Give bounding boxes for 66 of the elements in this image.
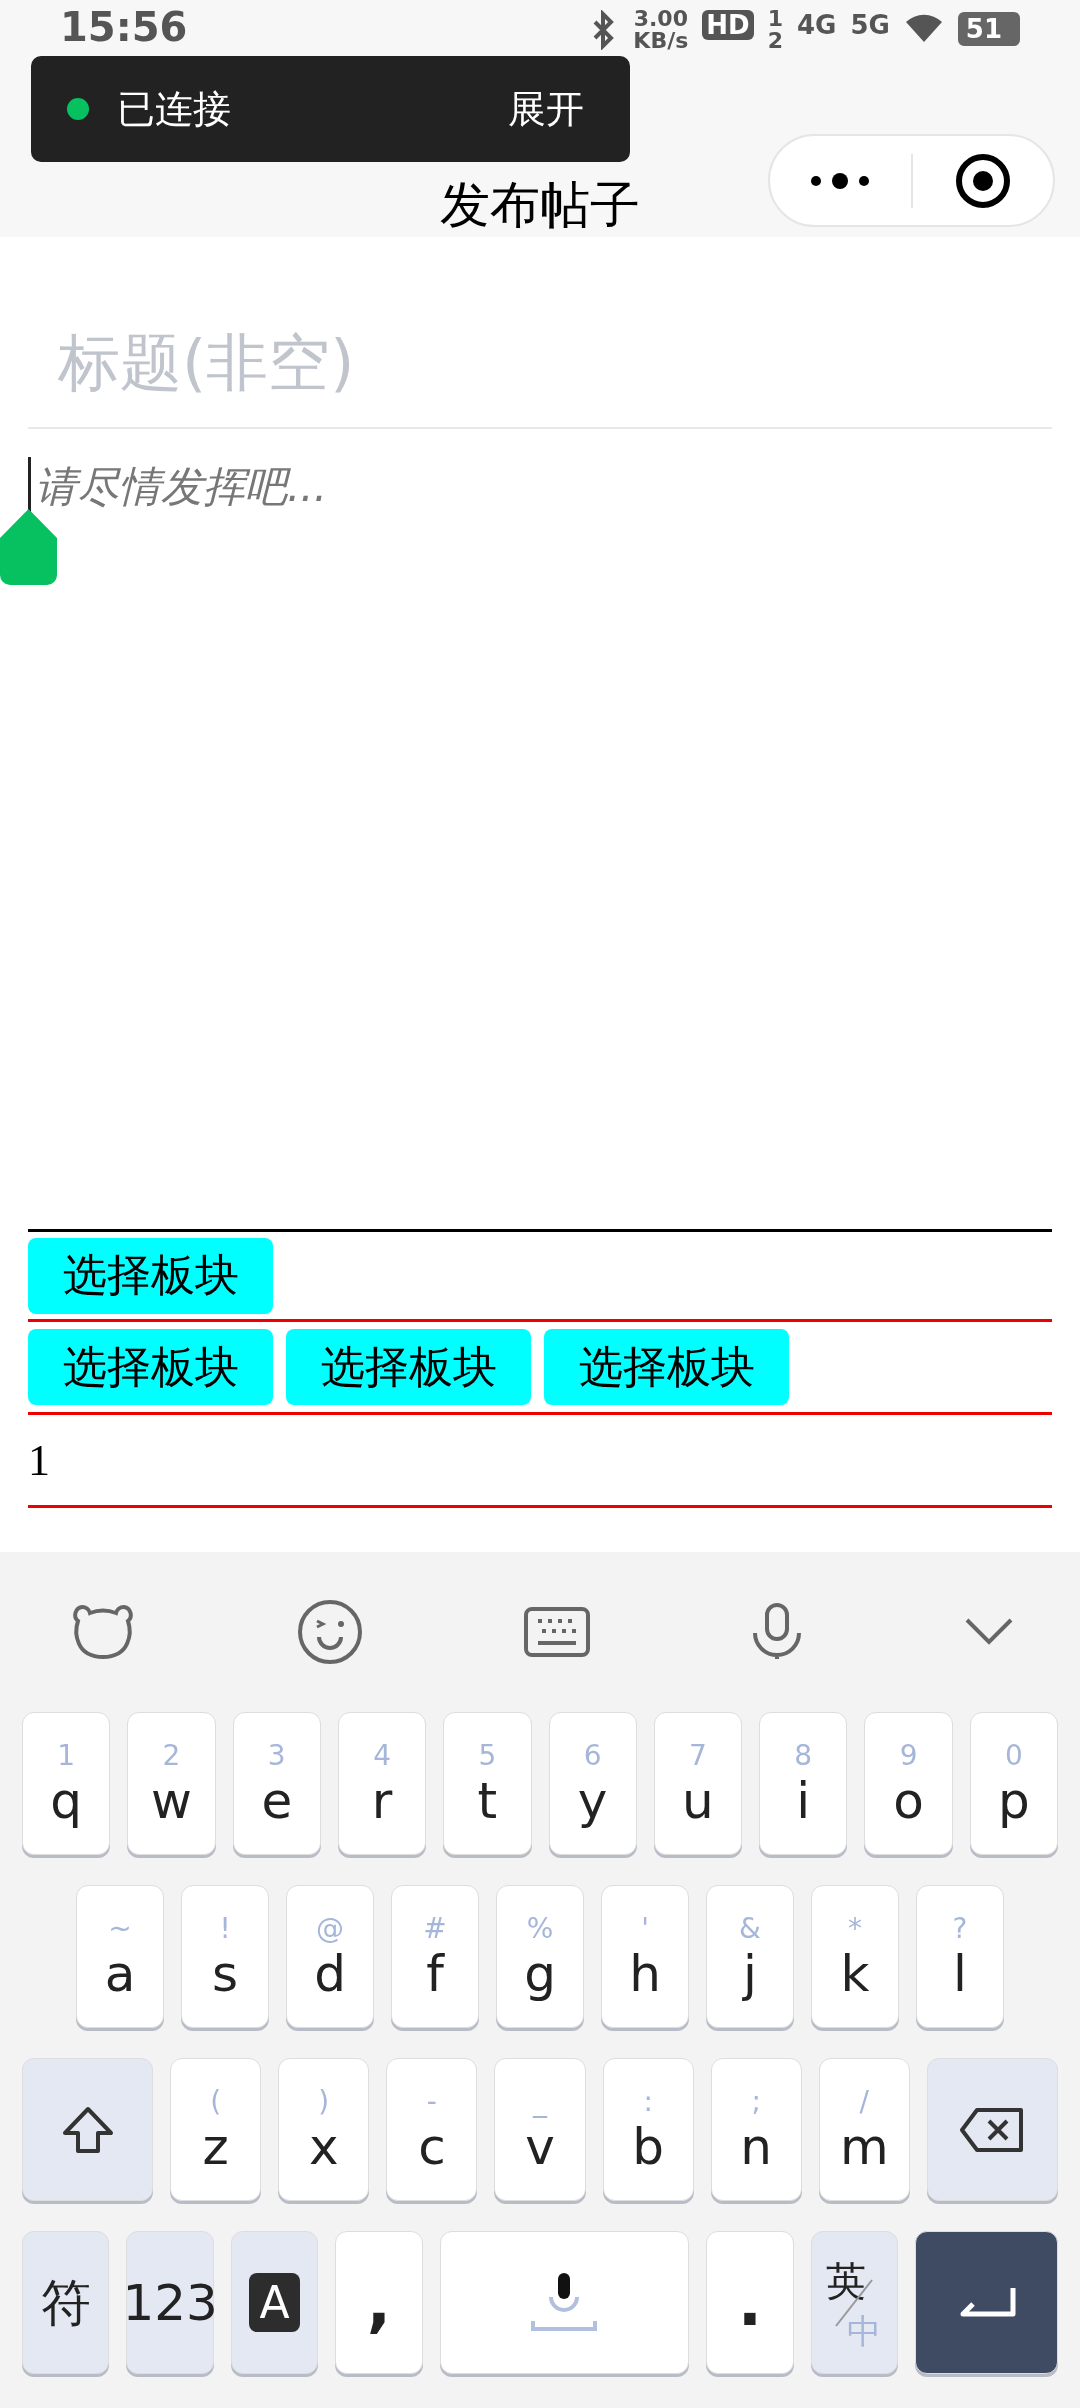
microphone-icon [531,2272,598,2333]
key[interactable]: . [706,2231,794,2374]
key[interactable]: ! s [181,1885,269,2028]
select-board-button[interactable]: 选择板块 [286,1329,531,1405]
key[interactable]: ; n [710,2058,802,2201]
keyboard-icon [523,1607,590,1657]
bear-icon [70,1603,136,1661]
key[interactable]: / m [818,2058,910,2201]
key[interactable]: : b [602,2058,694,2201]
backspace-key[interactable] [926,2058,1058,2201]
key[interactable]: % g [496,1885,584,2028]
key[interactable]: , [335,2231,423,2374]
key[interactable]: 2 w [127,1712,216,1855]
select-board-button[interactable]: 选择板块 [544,1329,789,1405]
key[interactable]: A [230,2231,319,2374]
key[interactable]: 4 r [337,1712,427,1855]
key[interactable]: 1 q [22,1712,111,1855]
language-key[interactable]: 英 中 [810,2231,899,2374]
count-text: 1 [28,1434,50,1486]
key[interactable]: 3 e [232,1712,321,1855]
selection-handle[interactable] [0,509,57,585]
key[interactable]: 0 p [969,1712,1058,1855]
key[interactable]: ) x [278,2058,370,2201]
more-icon [810,170,871,191]
network-label: 4G [796,10,837,40]
emoji-button[interactable] [296,1599,363,1665]
network-label: 5G [850,10,890,40]
chevron-down-icon [965,1618,1013,1646]
key[interactable]: 7 u [653,1712,743,1855]
select-board-button[interactable]: 选择板块 [28,1237,273,1314]
key[interactable]: ' h [601,1885,689,2028]
winking-face-icon [296,1599,363,1665]
clock: 15:56 [60,4,188,50]
network-speed: 3.00 [633,8,688,30]
hd-badge: HD [702,10,754,40]
sim-number: 2 [767,30,783,52]
speed-unit: KB/s [633,30,689,52]
collapse-button[interactable] [965,1618,1013,1646]
key[interactable]: 123 [126,2231,214,2374]
expand-button[interactable]: 展开 [508,83,584,135]
key[interactable]: _ v [494,2058,586,2201]
key[interactable]: 9 o [864,1712,953,1855]
key[interactable]: ? l [916,1885,1004,2028]
target-icon [954,152,1011,209]
battery-level: 51 [957,12,1020,46]
backspace-icon [959,2106,1026,2153]
key[interactable]: 6 y [548,1712,637,1855]
shift-icon [60,2104,115,2155]
key[interactable]: 8 i [759,1712,848,1855]
page-title: 发布帖子 [440,175,640,236]
keyboard-button[interactable] [523,1607,590,1657]
key[interactable]: 符 [22,2231,110,2374]
connection-status: 已连接 [117,85,232,133]
bear-logo-button[interactable] [70,1603,136,1661]
key[interactable]: - c [386,2058,478,2201]
enter-key[interactable] [915,2231,1058,2374]
select-board-button[interactable]: 选择板块 [28,1329,273,1405]
key[interactable]: # f [391,1885,479,2028]
key[interactable]: & j [706,1885,794,2028]
key[interactable]: * k [811,1885,899,2028]
key[interactable]: ~ a [76,1885,164,2028]
key[interactable]: 5 t [443,1712,532,1855]
key[interactable]: @ d [286,1885,374,2028]
shift-key[interactable] [22,2058,154,2201]
sim-number: 1 [767,8,783,30]
key[interactable]: ( z [170,2058,262,2201]
